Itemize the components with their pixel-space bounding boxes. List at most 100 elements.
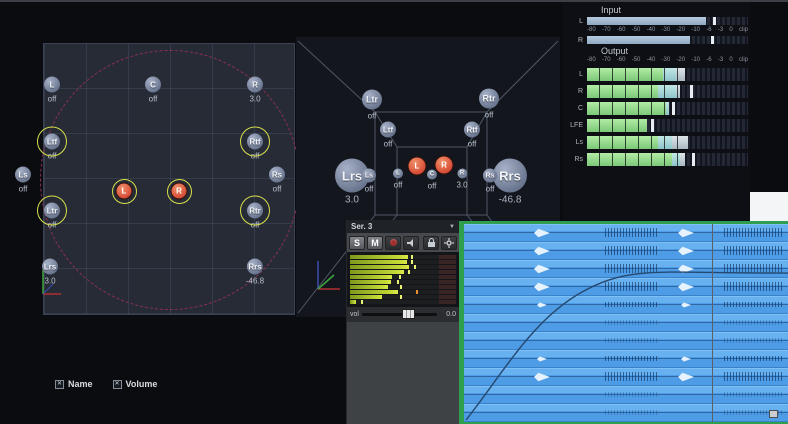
solo-button[interactable]: S: [349, 236, 365, 250]
speaker-Rtf[interactable]: Rtfoff: [464, 122, 480, 149]
event-lane: [464, 350, 788, 368]
strip-meter-row: [350, 270, 456, 274]
pan-puck-ball: R: [171, 183, 188, 200]
waveform-transient: [678, 282, 694, 292]
waveform-transient: [678, 228, 694, 238]
speaker-Rs[interactable]: Rsoff: [483, 169, 497, 194]
peak-marker: [713, 17, 716, 25]
event-lane: [464, 278, 788, 296]
event-lane: [464, 242, 788, 260]
channel-strip: Ser. 3 ▼ S M: [346, 220, 459, 424]
checkbox-icon: ✕: [113, 380, 122, 389]
scale-tick: -40: [647, 57, 656, 64]
speaker-Ltr[interactable]: Ltroff: [44, 203, 60, 230]
meter-track: [587, 102, 748, 115]
speaker-value: off: [44, 221, 60, 230]
speaker-Ltf[interactable]: Ltfoff: [44, 134, 60, 161]
speaker-L[interactable]: Loff: [393, 169, 403, 190]
settings-button[interactable]: [441, 236, 457, 250]
speaker-ball: Ls: [362, 169, 376, 183]
waveform-transient: [681, 302, 691, 308]
pan-puck-R[interactable]: R: [171, 183, 188, 200]
speaker-Rrs[interactable]: Rrs-46.8: [493, 159, 527, 206]
meter-label: Ls: [565, 139, 587, 146]
record-icon: [390, 239, 397, 246]
strip-meter-row: [350, 280, 456, 284]
surround-panner-window: LoffCoffR3.0LtfoffRtfoffLsoffRsoffLtroff…: [0, 0, 788, 424]
speaker-Rrs[interactable]: Rrs-46.8: [246, 259, 264, 286]
lock-button[interactable]: [423, 236, 439, 250]
scale-tick: -10: [691, 57, 700, 64]
volume-slider[interactable]: [362, 313, 437, 316]
waveform-transient: [678, 264, 694, 274]
speaker-R[interactable]: R3.0: [247, 77, 263, 104]
channel-title: Ser. 3: [351, 222, 372, 231]
strip-meter-row: [350, 260, 456, 264]
axis-gizmo-3d: [304, 255, 344, 299]
speaker-Ls[interactable]: Lsoff: [362, 169, 376, 194]
speaker-ball: Rtf: [247, 134, 263, 150]
monitor-button[interactable]: [403, 236, 419, 250]
waveform-transient: [534, 264, 550, 274]
panner-legend: ✕ Name ✕ Volume: [55, 379, 157, 389]
waveform-transient: [681, 356, 691, 362]
chevron-down-icon[interactable]: ▼: [449, 224, 455, 230]
volume-row: vol 0.0: [347, 307, 459, 322]
output-meter-Ls: Ls: [565, 136, 748, 149]
speaker-L[interactable]: Loff: [44, 77, 60, 104]
scale-tick: -20: [676, 57, 685, 64]
volume-label: vol: [350, 311, 359, 318]
legend-volume-label: Volume: [126, 379, 158, 389]
speaker-Ls[interactable]: Lsoff: [15, 167, 31, 194]
speaker-value: 3.0: [42, 277, 58, 286]
speaker-R[interactable]: R3.0: [456, 169, 467, 190]
speaker-value: off: [479, 111, 499, 120]
scale-tick: -3: [718, 27, 723, 34]
scale-tick: -20: [676, 27, 685, 34]
waveform-transient: [537, 302, 547, 308]
scale-tick: -40: [647, 27, 656, 34]
speaker-value: 3.0: [247, 95, 263, 104]
strip-peak-marker: [397, 280, 399, 284]
pan-puck-R[interactable]: R: [435, 156, 454, 175]
waveform-transient: [534, 228, 550, 238]
meter-label: Rs: [565, 156, 587, 163]
peak-marker: [651, 119, 654, 132]
volume-slider-handle[interactable]: [402, 309, 415, 319]
speaker-Ltf[interactable]: Ltfoff: [380, 122, 396, 149]
scale-tick: -70: [602, 27, 611, 34]
input-meter-scale: -80-70-60-50-40-30-20-10-6-30clip: [587, 27, 748, 34]
panner-2d-view[interactable]: LoffCoffR3.0LtfoffRtfoffLsoffRsoffLtroff…: [43, 43, 295, 315]
input-meter-L: L: [565, 17, 748, 25]
pan-puck-L[interactable]: L: [116, 183, 133, 200]
audio-event[interactable]: [459, 221, 788, 424]
speaker-Rs[interactable]: Rsoff: [269, 167, 285, 194]
waveform-transient: [534, 246, 550, 256]
speaker-value: off: [483, 185, 497, 194]
pan-puck-L[interactable]: L: [408, 157, 427, 176]
legend-volume-toggle[interactable]: ✕ Volume: [113, 379, 158, 389]
speaker-ball: Ltf: [380, 122, 396, 138]
legend-name-toggle[interactable]: ✕ Name: [55, 379, 93, 389]
mute-button[interactable]: M: [367, 236, 383, 250]
speaker-Ltr[interactable]: Ltroff: [362, 90, 382, 121]
meter-track: [587, 119, 748, 132]
speaker-value: off: [464, 140, 480, 149]
event-lane: [464, 224, 788, 242]
speaker-Rtf[interactable]: Rtfoff: [247, 134, 263, 161]
scale-tick: -70: [602, 57, 611, 64]
strip-meter-row: [350, 295, 456, 299]
meter-track: [587, 85, 748, 98]
event-lane: [464, 386, 788, 404]
record-enable-button[interactable]: [385, 236, 401, 250]
channel-strip-titlebar[interactable]: Ser. 3 ▼: [347, 220, 459, 233]
speaker-Rtr[interactable]: Rtroff: [247, 203, 263, 230]
scale-tick: -6: [706, 57, 711, 64]
event-resize-handle[interactable]: [769, 410, 778, 418]
speaker-Rtr[interactable]: Rtroff: [479, 89, 499, 120]
speaker-C[interactable]: Coff: [145, 77, 161, 104]
input-meter-R: R: [565, 36, 748, 44]
speaker-Lrs[interactable]: Lrs3.0: [42, 259, 58, 286]
scale-tick: 0: [729, 57, 732, 64]
speaker-value: off: [15, 185, 31, 194]
